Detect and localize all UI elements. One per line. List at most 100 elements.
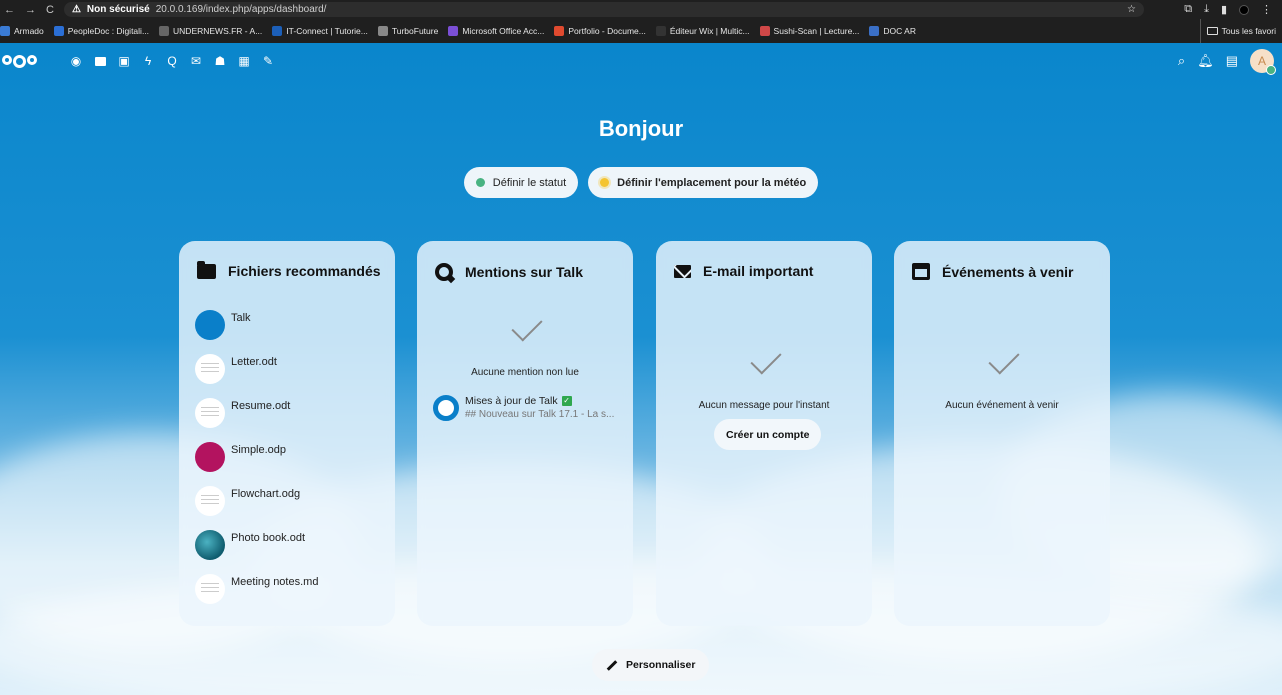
checkmark-icon bbox=[505, 316, 545, 346]
create-account-button[interactable]: Créer un compte bbox=[714, 419, 822, 450]
widget-header: Mentions sur Talk bbox=[435, 263, 583, 281]
bookmark-favicon-icon bbox=[554, 26, 565, 36]
contacts-icon[interactable]: ☗ bbox=[208, 49, 232, 73]
conversation-title: Mises à jour de Talk bbox=[465, 395, 558, 407]
talk-icon[interactable]: Q bbox=[160, 49, 184, 73]
presentation-thumbnail bbox=[195, 442, 225, 472]
list-item[interactable]: Meeting notes.md bbox=[195, 574, 318, 618]
list-item[interactable]: Resume.odt bbox=[195, 398, 318, 442]
customize-button[interactable]: Personnaliser bbox=[592, 649, 710, 681]
checkmark-icon bbox=[982, 349, 1022, 379]
notifications-icon[interactable]: 🔔︎ bbox=[1197, 53, 1214, 69]
bookmark-item[interactable]: TurboFuture bbox=[377, 26, 439, 36]
photos-icon[interactable]: ▣ bbox=[112, 49, 136, 73]
bookmark-label: DOC AR bbox=[883, 26, 916, 36]
bookmark-item[interactable]: Armado bbox=[0, 26, 44, 36]
photo-thumbnail bbox=[195, 530, 225, 560]
empty-message: Aucun message pour l'instant bbox=[698, 400, 830, 411]
file-name: Photo book.odt bbox=[231, 532, 306, 544]
bookmark-label: Éditeur Wix | Multic... bbox=[669, 26, 750, 36]
address-bar[interactable]: ⚠ Non sécurisé 20.0.0.169/index.php/apps… bbox=[63, 2, 1144, 17]
bookmark-label: IT-Connect | Tutorie... bbox=[286, 26, 368, 36]
widget-header: Événements à venir bbox=[912, 263, 1074, 280]
url-text[interactable]: 20.0.0.169/index.php/apps/dashboard/ bbox=[156, 4, 327, 15]
warning-icon: ⚠ bbox=[71, 4, 81, 15]
customize-label: Personnaliser bbox=[626, 659, 696, 671]
browser-actions: ⧉ ⤓ ▮ ⋮ bbox=[1184, 3, 1282, 16]
folder-icon bbox=[197, 260, 216, 279]
list-item[interactable]: Letter.odt bbox=[195, 354, 318, 398]
bookmark-label: Armado bbox=[14, 26, 44, 36]
all-bookmarks-button[interactable]: Tous les favori bbox=[1199, 19, 1282, 43]
greeting-title: Bonjour bbox=[598, 116, 684, 141]
file-name: Letter.odt bbox=[231, 356, 277, 368]
document-thumbnail bbox=[195, 354, 225, 384]
bookmark-item[interactable]: DOC AR bbox=[869, 26, 916, 36]
calendar-icon[interactable]: ▦ bbox=[232, 49, 256, 73]
list-item[interactable]: Mises à jour de Talk ✓ ## Nouveau sur Tal… bbox=[433, 395, 614, 421]
talk-icon bbox=[435, 263, 453, 281]
mail-icon[interactable]: ✉ bbox=[184, 49, 208, 73]
nextcloud-logo[interactable] bbox=[2, 54, 42, 68]
bookmark-label: Microsoft Office Acc... bbox=[462, 26, 545, 36]
conversation-preview: ## Nouveau sur Talk 17.1 - La s... bbox=[465, 409, 615, 420]
activity-icon[interactable]: ϟ bbox=[136, 49, 160, 73]
notes-icon[interactable]: ✎ bbox=[256, 49, 280, 73]
bookmark-item[interactable]: PeopleDoc : Digitali... bbox=[53, 26, 150, 36]
set-status-button[interactable]: Définir le statut bbox=[463, 167, 579, 198]
list-item[interactable]: Photo book.odt bbox=[195, 530, 318, 574]
bookmark-item[interactable]: Éditeur Wix | Multic... bbox=[655, 26, 750, 36]
all-bookmarks-label: Tous les favori bbox=[1221, 26, 1276, 36]
download-icon[interactable]: ⤓ bbox=[1204, 3, 1209, 16]
dashboard-icon[interactable]: ◉ bbox=[64, 49, 88, 73]
widget-header: Fichiers recommandés bbox=[197, 260, 381, 279]
widget-title: Événements à venir bbox=[942, 263, 1074, 280]
pencil-icon bbox=[606, 659, 618, 671]
bookmark-label: TurboFuture bbox=[391, 26, 439, 36]
talk-avatar-icon bbox=[433, 395, 459, 421]
file-list: Talk Letter.odt Resume.odt Simple.odp Fl… bbox=[195, 310, 318, 618]
star-icon[interactable]: ☆ bbox=[1127, 4, 1136, 15]
weather-icon bbox=[600, 178, 610, 187]
bookmark-item[interactable]: IT-Connect | Tutorie... bbox=[272, 26, 368, 36]
bookmark-label: UNDERNEWS.FR - A... bbox=[173, 26, 263, 36]
list-item[interactable]: Simple.odp bbox=[195, 442, 318, 486]
set-weather-location-button[interactable]: Définir l'emplacement pour la météo bbox=[588, 167, 819, 198]
files-icon[interactable] bbox=[88, 49, 112, 73]
bookmark-item[interactable]: Portfolio - Docume... bbox=[554, 26, 646, 36]
extensions-icon[interactable]: ⧉ bbox=[1184, 3, 1192, 16]
bookmark-label: PeopleDoc : Digitali... bbox=[67, 26, 150, 36]
bookmark-favicon-icon bbox=[159, 26, 170, 36]
menu-icon[interactable]: ⋮ bbox=[1261, 3, 1272, 16]
bookmark-favicon-icon bbox=[655, 26, 666, 36]
bookmark-item[interactable]: UNDERNEWS.FR - A... bbox=[159, 26, 262, 36]
contacts-menu-icon[interactable]: ▤ bbox=[1226, 53, 1238, 69]
folder-thumbnail bbox=[195, 310, 225, 340]
sidepanel-icon[interactable]: ▮ bbox=[1221, 3, 1227, 16]
widget-title: E-mail important bbox=[703, 263, 814, 279]
reload-icon[interactable]: C bbox=[46, 4, 54, 16]
search-icon[interactable]: ⌕ bbox=[1178, 53, 1185, 69]
bookmark-item[interactable]: Microsoft Office Acc... bbox=[448, 26, 544, 36]
profile-icon[interactable] bbox=[1239, 4, 1249, 15]
bookmark-favicon-icon bbox=[0, 26, 10, 36]
file-name: Talk bbox=[231, 312, 251, 324]
browser-nav: ← → C bbox=[0, 4, 54, 16]
list-item[interactable]: Talk bbox=[195, 310, 318, 354]
avatar[interactable]: A bbox=[1250, 49, 1276, 75]
checkmark-icon bbox=[744, 349, 784, 379]
forward-icon[interactable]: → bbox=[25, 4, 36, 16]
list-item[interactable]: Flowchart.odg bbox=[195, 486, 318, 530]
back-icon[interactable]: ← bbox=[4, 4, 15, 16]
security-label: Non sécurisé bbox=[86, 4, 150, 15]
bookmark-item[interactable]: Sushi-Scan | Lecture... bbox=[759, 26, 860, 36]
browser-toolbar: ← → C ⚠ Non sécurisé 20.0.0.169/index.ph… bbox=[0, 0, 1282, 19]
bookmark-label: Sushi-Scan | Lecture... bbox=[773, 26, 860, 36]
top-navigation: ◉ ▣ ϟ Q ✉ ☗ ▦ ✎ ⌕ 🔔︎ ▤ A bbox=[0, 43, 1282, 79]
online-status-icon bbox=[475, 178, 485, 187]
set-status-label: Définir le statut bbox=[492, 176, 567, 189]
file-name: Meeting notes.md bbox=[231, 576, 319, 588]
widget-title: Fichiers recommandés bbox=[228, 263, 381, 279]
status-row: Définir le statut Définir l'emplacement … bbox=[0, 167, 1282, 198]
nextcloud-dashboard: ◉ ▣ ϟ Q ✉ ☗ ▦ ✎ ⌕ 🔔︎ ▤ A Bonjour Définir… bbox=[0, 43, 1282, 695]
